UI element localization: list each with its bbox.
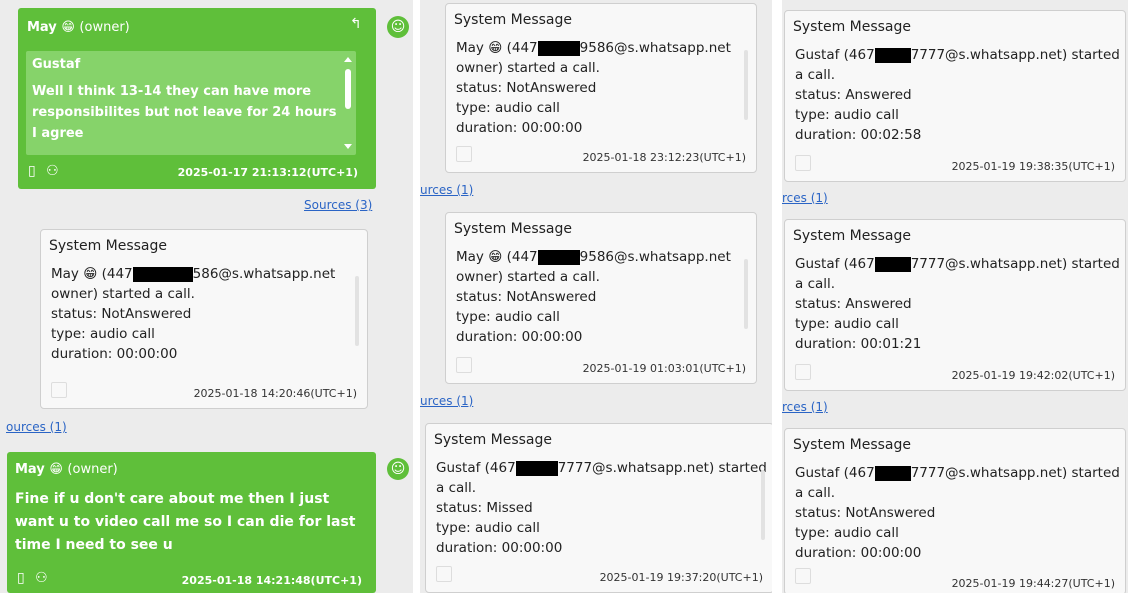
- sources-link[interactable]: rces (1): [782, 191, 828, 205]
- card-body: Gustaf (467 7777@s.whatsapp.net) started …: [795, 47, 1120, 143]
- reply-icon[interactable]: ↰: [350, 16, 362, 32]
- redaction: [132, 266, 193, 282]
- card-body: May 😁 (447 586@s.whatsapp.net owner) star…: [51, 266, 336, 362]
- grin-emoji-icon: 😁: [61, 20, 75, 35]
- card-title: System Message: [793, 19, 912, 35]
- redaction: [874, 47, 911, 63]
- card-title: System Message: [454, 221, 573, 237]
- card-timestamp: 2025-01-18 14:20:46(UTC+1): [193, 387, 357, 400]
- redaction: [874, 256, 911, 272]
- panel-2: System Message May 😁 (447 9586@s.whatsapp…: [420, 0, 772, 593]
- sources-link[interactable]: urces (1): [420, 183, 473, 197]
- message-timestamp: 2025-01-17 21:13:12(UTC+1): [177, 166, 358, 179]
- system-message-card[interactable]: System Message Gustaf (467 7777@s.whatsap…: [784, 428, 1126, 593]
- card-timestamp: 2025-01-18 23:12:23(UTC+1): [582, 151, 746, 164]
- system-message-card[interactable]: System Message May 😁 (447 9586@s.whatsapp…: [445, 212, 757, 384]
- card-scrollbar[interactable]: [744, 50, 748, 120]
- message-text: Fine if u don't care about me then I jus…: [15, 491, 356, 553]
- card-title: System Message: [454, 12, 573, 28]
- system-message-card[interactable]: System Message Gustaf (467 7777@s.whatsap…: [425, 423, 772, 593]
- panel-3: System Message Gustaf (467 7777@s.whatsap…: [782, 0, 1128, 593]
- sources-link[interactable]: urces (1): [420, 394, 473, 408]
- contacts-icon[interactable]: ⚇: [46, 163, 59, 179]
- system-message-card[interactable]: System Message May 😁 (447 586@s.whatsapp.…: [40, 229, 368, 409]
- sources-link[interactable]: rces (1): [782, 400, 828, 414]
- quoted-message[interactable]: Gustaf Well I think 13-14 they can have …: [26, 51, 356, 155]
- panel-separator: [413, 0, 420, 593]
- avatar-icon: ☺: [387, 16, 409, 38]
- card-timestamp: 2025-01-19 19:37:20(UTC+1): [599, 571, 763, 584]
- sender-name: May 😁 (owner): [27, 20, 130, 35]
- card-body: May 😁 (447 9586@s.whatsapp.net owner) sta…: [456, 40, 731, 136]
- card-timestamp: 2025-01-19 19:44:27(UTC+1): [951, 577, 1115, 590]
- panel-separator: [772, 0, 782, 593]
- grin-emoji-icon: 😁: [49, 462, 63, 477]
- grin-emoji-icon: 😁: [488, 40, 503, 56]
- sources-link[interactable]: ources (1): [6, 420, 67, 434]
- message-timestamp: 2025-01-18 14:21:48(UTC+1): [181, 574, 362, 587]
- card-scrollbar[interactable]: [744, 259, 748, 329]
- card-icon: [436, 566, 452, 582]
- card-title: System Message: [434, 432, 553, 448]
- card-body: Gustaf (467 7777@s.whatsapp.net) started …: [795, 256, 1120, 352]
- phone-icon[interactable]: ▯: [28, 163, 36, 179]
- message-actions: ▯ ⚇: [28, 163, 59, 179]
- sender-name: May 😁 (owner): [15, 462, 118, 477]
- card-title: System Message: [793, 228, 912, 244]
- card-body: May 😁 (447 9586@s.whatsapp.net owner) sta…: [456, 249, 731, 345]
- card-scrollbar[interactable]: [761, 470, 765, 540]
- panel-1: May 😁 (owner) ↰ Gustaf Well I think 13-1…: [0, 0, 413, 593]
- card-body: Gustaf (467 7777@s.whatsapp.net) started …: [795, 465, 1120, 561]
- message-actions: ▯ ⚇: [17, 570, 48, 586]
- quote-text: Well I think 13-14 they can have more re…: [32, 84, 337, 141]
- card-title: System Message: [49, 238, 168, 254]
- card-icon: [456, 146, 472, 162]
- card-body: Gustaf (467 7777@s.whatsapp.net) started …: [436, 460, 767, 556]
- owner-message-2[interactable]: May 😁 (owner) Fine if u don't care about…: [7, 452, 376, 593]
- card-icon: [795, 568, 811, 584]
- phone-icon[interactable]: ▯: [17, 570, 25, 586]
- grin-emoji-icon: 😁: [488, 249, 503, 265]
- redaction: [515, 460, 558, 476]
- contacts-icon[interactable]: ⚇: [35, 570, 48, 586]
- sources-link[interactable]: Sources (3): [304, 198, 372, 212]
- card-title: System Message: [793, 437, 912, 453]
- redaction: [537, 40, 580, 56]
- card-icon: [795, 364, 811, 380]
- card-timestamp: 2025-01-19 19:38:35(UTC+1): [951, 160, 1115, 173]
- card-icon: [795, 155, 811, 171]
- card-timestamp: 2025-01-19 01:03:01(UTC+1): [582, 362, 746, 375]
- grin-emoji-icon: 😁: [83, 266, 98, 282]
- quote-sender: Gustaf: [32, 57, 81, 72]
- system-message-card[interactable]: System Message May 😁 (447 9586@s.whatsapp…: [445, 3, 757, 173]
- card-icon: [456, 357, 472, 373]
- system-message-card[interactable]: System Message Gustaf (467 7777@s.whatsap…: [784, 10, 1126, 182]
- card-scrollbar[interactable]: [355, 276, 359, 346]
- redaction: [537, 249, 580, 265]
- card-icon: [51, 382, 67, 398]
- avatar-icon: ☺: [387, 458, 409, 480]
- system-message-card[interactable]: System Message Gustaf (467 7777@s.whatsap…: [784, 219, 1126, 391]
- redaction: [874, 465, 911, 481]
- card-timestamp: 2025-01-19 19:42:02(UTC+1): [951, 369, 1115, 382]
- owner-message-1[interactable]: May 😁 (owner) ↰ Gustaf Well I think 13-1…: [18, 8, 376, 189]
- quote-scrollbar[interactable]: [344, 57, 352, 149]
